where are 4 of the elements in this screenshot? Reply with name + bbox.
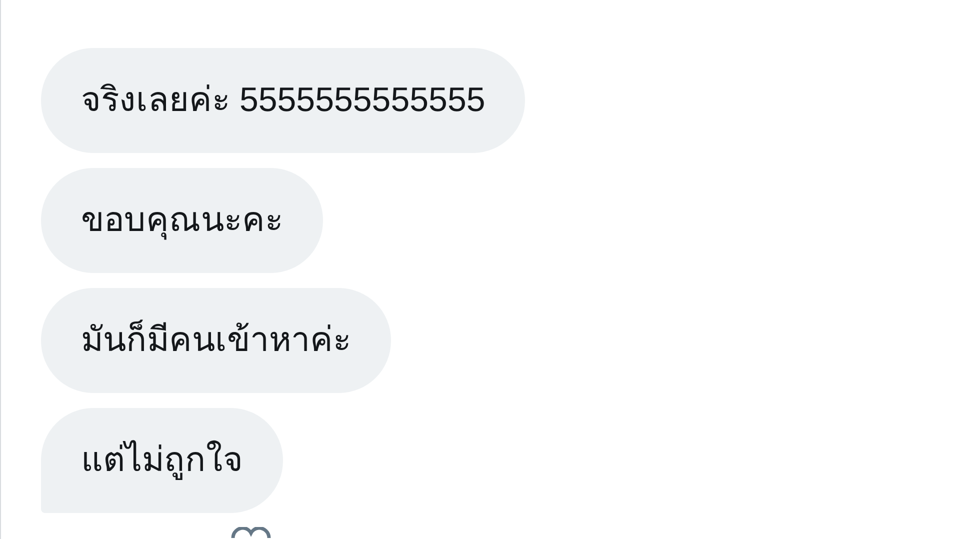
message-bubble: จริงเลยค่ะ 5555555555555 (41, 48, 526, 153)
message-bubble: ขอบคุณนะคะ (41, 168, 323, 273)
message-bubble: แต่ไม่ถูกใจ (41, 408, 283, 513)
message-bubble: มันก็มีคนเข้าหาค่ะ (41, 288, 391, 393)
